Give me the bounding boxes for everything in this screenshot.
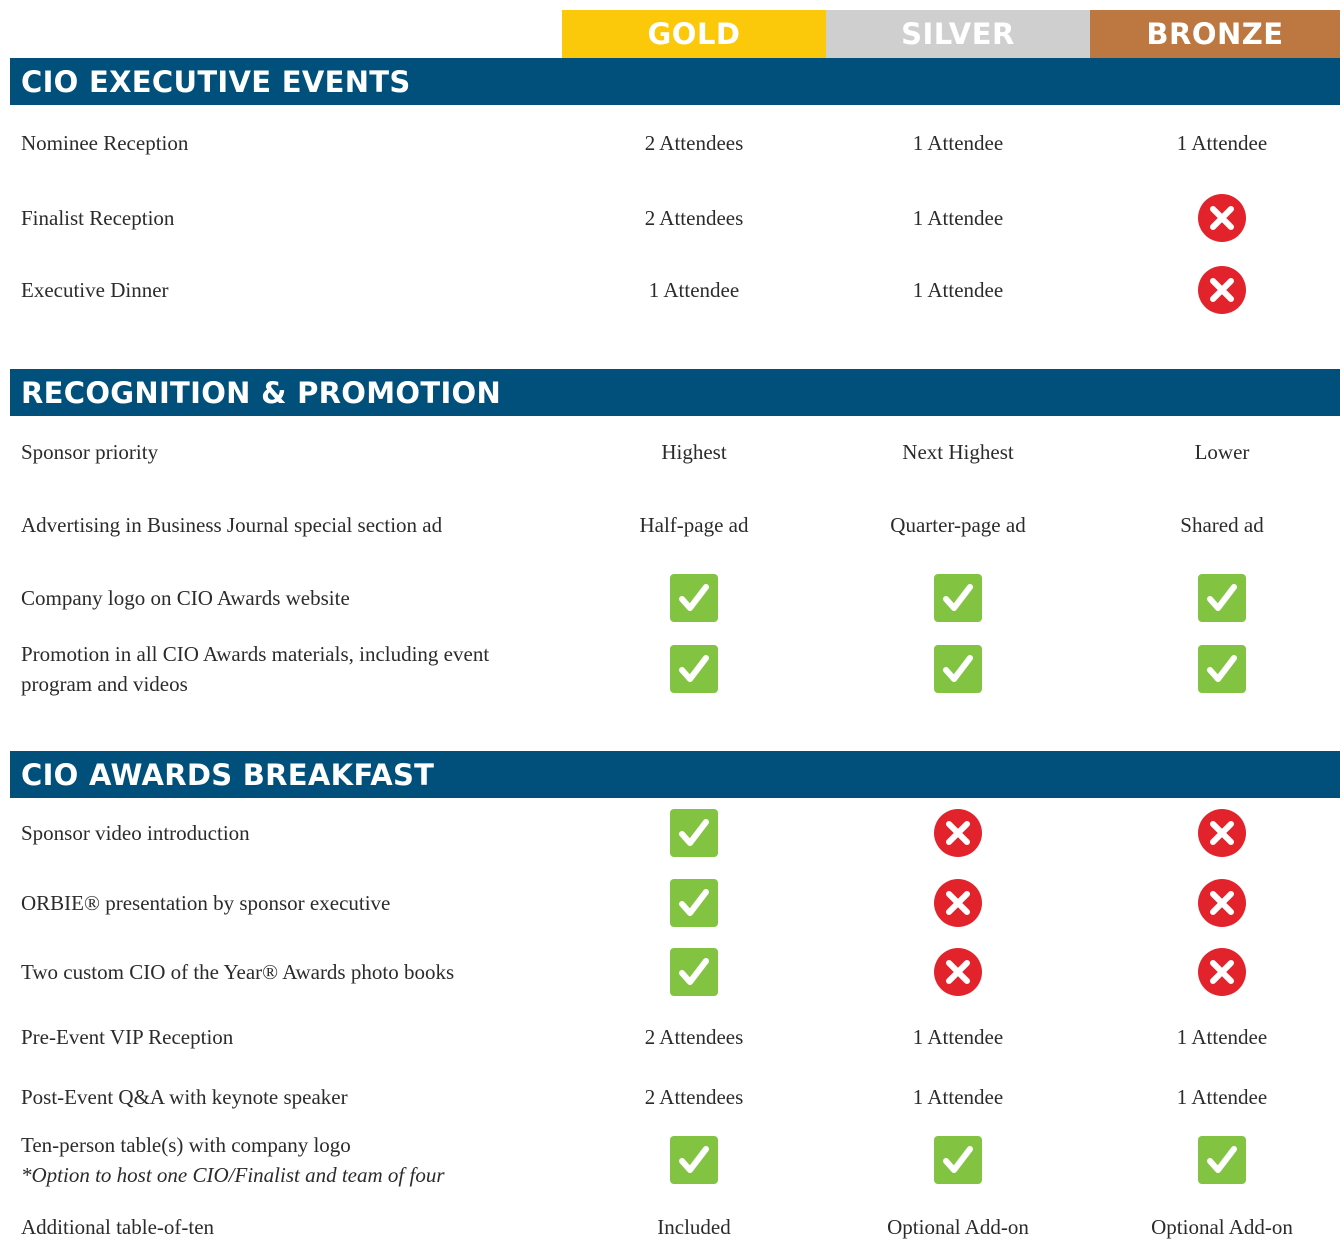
row-label-text: Pre-Event VIP Reception	[21, 1025, 234, 1049]
row-label: Finalist Reception	[21, 203, 561, 233]
row-note: *Option to host one CIO/Finalist and tea…	[21, 1163, 445, 1187]
row-label-text: Sponsor video introduction	[21, 821, 250, 845]
cell-bronze	[1198, 645, 1246, 693]
row-label: Ten-person table(s) with company logo *Op…	[21, 1130, 561, 1190]
section-header: CIO EXECUTIVE EVENTS	[10, 58, 1340, 105]
cell-silver	[934, 574, 982, 622]
row-label-text: Finalist Reception	[21, 206, 175, 230]
checkmark-icon	[670, 1136, 718, 1184]
x-icon	[1198, 948, 1246, 996]
cell-bronze	[1198, 574, 1246, 622]
row-label: Promotion in all CIO Awards materials, i…	[21, 639, 561, 699]
cell-gold	[670, 574, 718, 622]
cell-gold-value: 2 Attendees	[644, 206, 744, 230]
cell-gold	[670, 1136, 718, 1184]
cell-gold-value: 1 Attendee	[648, 278, 740, 302]
checkmark-icon	[670, 574, 718, 622]
row-label: Pre-Event VIP Reception	[21, 1022, 561, 1052]
cell-silver-value: 1 Attendee	[912, 278, 1004, 302]
cell-silver-value: 1 Attendee	[912, 1025, 1004, 1049]
cell-silver-value: Quarter-page ad	[890, 513, 1026, 537]
row-label-text: Company logo on CIO Awards website	[21, 586, 350, 610]
x-icon	[934, 879, 982, 927]
checkmark-icon	[670, 809, 718, 857]
x-icon	[1198, 194, 1246, 242]
row-label-text: Two custom CIO of the Year® Awards photo…	[21, 960, 455, 984]
checkmark-icon	[670, 948, 718, 996]
cell-silver-value: 1 Attendee	[912, 206, 1004, 230]
cell-gold-value: 2 Attendees	[644, 1085, 744, 1109]
cell-bronze	[1198, 266, 1246, 314]
cell-gold-value: Highest	[661, 440, 727, 464]
cell-silver-value: Next Highest	[902, 440, 1014, 464]
x-icon	[1198, 809, 1246, 857]
cell-gold	[670, 948, 718, 996]
row-label: Company logo on CIO Awards website	[21, 583, 561, 613]
cell-silver	[934, 809, 982, 857]
row-label-text: Advertising in Business Journal special …	[21, 513, 443, 537]
x-icon	[934, 948, 982, 996]
row-label: Executive Dinner	[21, 275, 561, 305]
cell-bronze-value: 1 Attendee	[1176, 1025, 1268, 1049]
row-label-text: ORBIE® presentation by sponsor executive	[21, 891, 391, 915]
x-icon	[934, 809, 982, 857]
row-label: Post-Event Q&A with keynote speaker	[21, 1082, 561, 1112]
cell-bronze-value: Lower	[1194, 440, 1250, 464]
checkmark-icon	[934, 645, 982, 693]
row-label-text: Additional table-of-ten	[21, 1215, 215, 1239]
checkmark-icon	[670, 645, 718, 693]
row-label-text: Executive Dinner	[21, 278, 169, 302]
x-icon	[1198, 266, 1246, 314]
tier-header-silver: SILVER	[826, 10, 1090, 58]
section-header: CIO AWARDS BREAKFAST	[10, 751, 1340, 798]
cell-silver-value: 1 Attendee	[912, 1085, 1004, 1109]
cell-silver-value: 1 Attendee	[912, 131, 1004, 155]
cell-gold-value: 2 Attendees	[644, 1025, 744, 1049]
checkmark-icon	[1198, 1136, 1246, 1184]
row-label: Sponsor priority	[21, 437, 561, 467]
row-label-text: Sponsor priority	[21, 440, 159, 464]
checkmark-icon	[670, 879, 718, 927]
checkmark-icon	[934, 1136, 982, 1184]
cell-bronze-value: 1 Attendee	[1176, 131, 1268, 155]
cell-bronze-value: Shared ad	[1180, 513, 1264, 537]
cell-gold	[670, 879, 718, 927]
cell-bronze	[1198, 1136, 1246, 1184]
cell-silver	[934, 645, 982, 693]
tier-header-bronze: BRONZE	[1090, 10, 1340, 58]
cell-bronze-value: 1 Attendee	[1176, 1085, 1268, 1109]
cell-silver	[934, 1136, 982, 1184]
row-label-text: Promotion in all CIO Awards materials, i…	[21, 642, 490, 696]
row-label-text: Post-Event Q&A with keynote speaker	[21, 1085, 348, 1109]
x-icon	[1198, 879, 1246, 927]
cell-gold-value: Half-page ad	[639, 513, 749, 537]
row-label: Nominee Reception	[21, 128, 561, 158]
cell-bronze	[1198, 948, 1246, 996]
row-label: Sponsor video introduction	[21, 818, 561, 848]
tier-header-gold: GOLD	[562, 10, 826, 58]
row-label-text: Ten-person table(s) with company logo	[21, 1133, 351, 1157]
row-label: ORBIE® presentation by sponsor executive	[21, 888, 561, 918]
section-header: RECOGNITION & PROMOTION	[10, 369, 1340, 416]
row-label: Advertising in Business Journal special …	[21, 510, 561, 540]
cell-gold-value: 2 Attendees	[644, 131, 744, 155]
checkmark-icon	[1198, 645, 1246, 693]
row-label-text: Nominee Reception	[21, 131, 189, 155]
cell-bronze	[1198, 879, 1246, 927]
checkmark-icon	[1198, 574, 1246, 622]
cell-bronze	[1198, 809, 1246, 857]
row-label: Two custom CIO of the Year® Awards photo…	[21, 957, 561, 987]
cell-gold	[670, 645, 718, 693]
checkmark-icon	[934, 574, 982, 622]
cell-bronze	[1198, 194, 1246, 242]
cell-gold	[670, 809, 718, 857]
cell-silver	[934, 948, 982, 996]
cell-silver	[934, 879, 982, 927]
